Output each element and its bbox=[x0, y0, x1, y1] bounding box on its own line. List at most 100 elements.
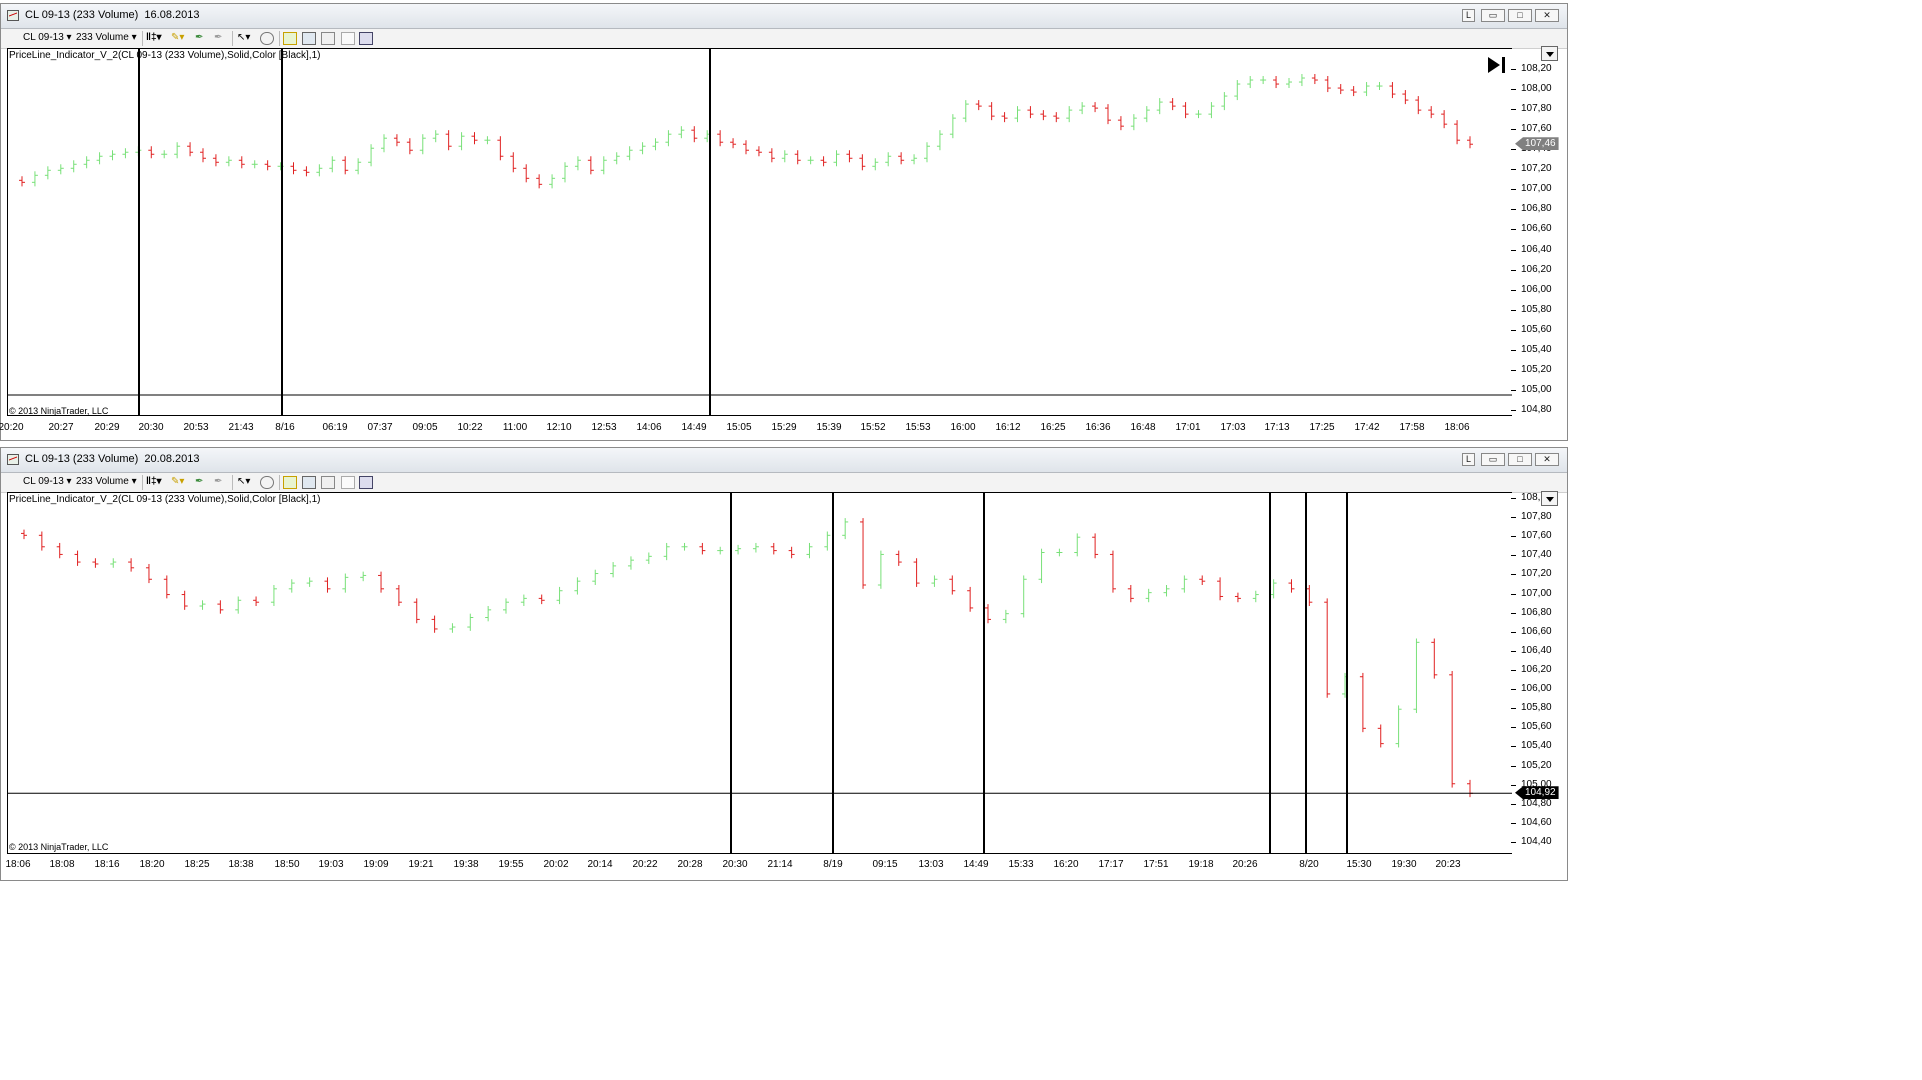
price-bar bbox=[70, 160, 77, 173]
price-axis[interactable]: 108,20108,00107,80107,60107,40107,20107,… bbox=[1511, 48, 1569, 416]
indicators-icon[interactable] bbox=[302, 476, 316, 489]
maximize-button[interactable]: □ bbox=[1508, 453, 1532, 466]
price-axis-tick bbox=[1511, 249, 1516, 251]
indicators-icon[interactable] bbox=[302, 32, 316, 45]
price-bar bbox=[781, 150, 788, 163]
price-axis-tick bbox=[1511, 349, 1516, 351]
price-bar bbox=[859, 154, 866, 171]
period-selector[interactable]: 233 Volume ▾ bbox=[76, 476, 137, 487]
price-bar bbox=[393, 134, 400, 147]
price-bar bbox=[1234, 80, 1241, 101]
price-axis-tick bbox=[1511, 209, 1516, 211]
price-bar bbox=[1377, 724, 1384, 748]
price-bar bbox=[1252, 590, 1259, 603]
title-bar[interactable]: CL 09-13 (233 Volume) 16.08.2013 L ▭ □ ✕ bbox=[1, 4, 1567, 29]
price-bar bbox=[306, 577, 313, 587]
bar-style-icon[interactable]: ‖‡▾ bbox=[146, 32, 162, 43]
price-bar bbox=[1288, 579, 1295, 593]
price-axis-label: 106,80 bbox=[1521, 203, 1552, 215]
price-bar bbox=[1270, 579, 1277, 599]
scroll-to-end-icon[interactable] bbox=[1487, 56, 1509, 74]
minimize-button[interactable]: ▭ bbox=[1481, 453, 1505, 466]
time-axis-label: 20:28 bbox=[677, 859, 703, 870]
price-bar bbox=[1092, 102, 1099, 113]
pencil-icon[interactable]: ✎▾ bbox=[171, 476, 184, 487]
minimize-button[interactable]: ▭ bbox=[1481, 9, 1505, 22]
link-button[interactable]: L bbox=[1462, 453, 1475, 466]
price-bar bbox=[225, 156, 232, 167]
price-panel[interactable] bbox=[7, 48, 1512, 416]
instrument-selector[interactable]: CL 09-13 ▾ bbox=[23, 32, 72, 43]
properties-icon[interactable] bbox=[341, 476, 355, 489]
toolbar-separator bbox=[232, 475, 233, 490]
zoom-icon[interactable] bbox=[260, 32, 274, 45]
price-axis-tick bbox=[1511, 89, 1516, 91]
link-button[interactable]: L bbox=[1462, 9, 1475, 22]
price-panel[interactable] bbox=[7, 492, 1512, 854]
price-axis-tick bbox=[1511, 574, 1516, 576]
window-title: CL 09-13 (233 Volume) 16.08.2013 bbox=[25, 9, 200, 21]
zoom-icon[interactable] bbox=[260, 476, 274, 489]
price-axis-label: 107,80 bbox=[1521, 103, 1552, 115]
cursor-icon[interactable]: ↖▾ bbox=[237, 476, 250, 487]
time-axis-label: 17:13 bbox=[1264, 422, 1290, 433]
price-bar bbox=[253, 596, 260, 607]
time-axis[interactable]: 20:20 20:27 20:29 20:30 20:53 21:43 8/16 06:19 0… bbox=[0, 420, 1511, 438]
maximize-button[interactable]: □ bbox=[1508, 9, 1532, 22]
instrument-selector[interactable]: CL 09-13 ▾ bbox=[23, 476, 72, 487]
price-bar bbox=[1376, 82, 1383, 91]
price-axis[interactable]: 108, 107,80 107,60 107,40 107,20 107,00 106,80… bbox=[1511, 492, 1569, 854]
chart-window-top: CL 09-13 (233 Volume) 16.08.2013 L ▭ □ ✕… bbox=[0, 3, 1568, 441]
price-bar bbox=[238, 156, 245, 169]
price-bar bbox=[342, 573, 349, 593]
price-bar bbox=[21, 529, 27, 540]
price-bar bbox=[187, 142, 194, 157]
pin-icon[interactable]: ✒ bbox=[195, 476, 203, 487]
price-bar bbox=[898, 152, 905, 165]
price-axis-label: 107,20 bbox=[1521, 568, 1552, 580]
properties-icon[interactable] bbox=[341, 32, 355, 45]
strategies-icon[interactable] bbox=[321, 476, 335, 489]
price-axis-label: 105,20 bbox=[1521, 363, 1552, 375]
data-box-icon[interactable] bbox=[283, 476, 297, 489]
close-button[interactable]: ✕ bbox=[1535, 9, 1559, 22]
price-bar bbox=[1208, 102, 1215, 119]
price-axis-label: 108,00 bbox=[1521, 83, 1552, 95]
time-axis-label: 15:29 bbox=[771, 422, 797, 433]
eraser-icon[interactable]: ✒ bbox=[214, 32, 222, 43]
bar-style-icon[interactable]: ‖‡▾ bbox=[146, 476, 162, 487]
pencil-icon[interactable]: ✎▾ bbox=[171, 32, 184, 43]
price-bar bbox=[1260, 76, 1267, 85]
price-axis-label: 108,20 bbox=[1521, 63, 1552, 74]
title-bar[interactable]: CL 09-13 (233 Volume) 20.08.2013 L ▭ □ ✕ bbox=[1, 448, 1567, 473]
price-bar bbox=[1324, 598, 1331, 698]
price-bar bbox=[1467, 779, 1473, 798]
time-axis-label: 17:58 bbox=[1399, 422, 1425, 433]
pin-icon[interactable]: ✒ bbox=[195, 32, 203, 43]
period-selector[interactable]: 233 Volume ▾ bbox=[76, 32, 137, 43]
price-bar bbox=[743, 140, 749, 155]
panels-icon[interactable] bbox=[359, 476, 373, 489]
price-axis-tick bbox=[1511, 784, 1516, 786]
price-bar bbox=[431, 615, 438, 633]
price-bar bbox=[600, 156, 607, 175]
price-axis-tick bbox=[1511, 612, 1516, 614]
price-bar bbox=[57, 164, 64, 175]
price-bar bbox=[885, 152, 892, 167]
price-bar bbox=[768, 148, 775, 163]
data-box-icon[interactable] bbox=[283, 32, 297, 45]
price-bar bbox=[985, 604, 991, 624]
close-button[interactable]: ✕ bbox=[1535, 453, 1559, 466]
price-axis-tick bbox=[1511, 389, 1516, 391]
panels-icon[interactable] bbox=[359, 32, 373, 45]
time-axis[interactable]: 18:06 18:08 18:16 18:20 18:25 18:38 18:50 19:03… bbox=[1, 857, 1511, 875]
price-bar bbox=[1428, 106, 1435, 119]
time-axis-label: 20:14 bbox=[587, 859, 613, 870]
eraser-icon[interactable]: ✒ bbox=[214, 476, 222, 487]
time-axis-label: 20:53 bbox=[183, 422, 209, 433]
strategies-icon[interactable] bbox=[321, 32, 335, 45]
price-bar bbox=[627, 556, 634, 570]
time-axis-label: 18:25 bbox=[184, 859, 210, 870]
price-axis-label: 106,80 bbox=[1521, 606, 1552, 618]
cursor-icon[interactable]: ↖▾ bbox=[237, 32, 250, 43]
